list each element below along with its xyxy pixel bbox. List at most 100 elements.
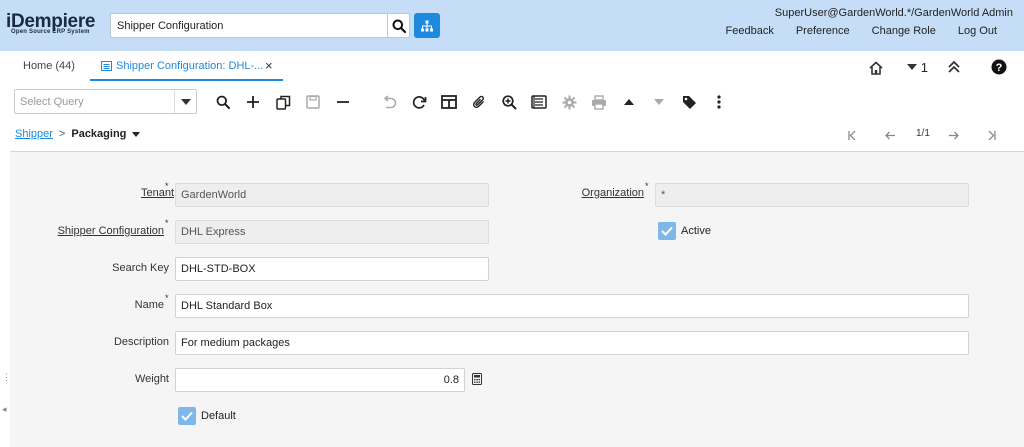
window-list-dropdown-icon[interactable] bbox=[907, 64, 917, 70]
shipper-configuration-label[interactable]: Shipper Configuration bbox=[58, 225, 164, 237]
organization-label[interactable]: Organization bbox=[582, 187, 644, 199]
global-search-box bbox=[110, 13, 410, 38]
home-icon[interactable] bbox=[868, 60, 884, 76]
undo-icon bbox=[383, 94, 396, 108]
window-toolbar: Select Query bbox=[10, 87, 1024, 117]
help-icon[interactable]: ? bbox=[991, 59, 1007, 75]
last-record-icon[interactable] bbox=[988, 131, 996, 140]
collapse-west-icon[interactable]: ◂ bbox=[2, 404, 7, 415]
global-search-button[interactable] bbox=[387, 14, 410, 37]
window-tab-bar: Home (44) Shipper Configuration: DHL-...… bbox=[10, 51, 1024, 85]
default-checkbox[interactable] bbox=[178, 407, 196, 425]
save-button[interactable] bbox=[304, 93, 322, 111]
select-query-dropdown[interactable]: Select Query bbox=[14, 89, 197, 114]
weight-label: Weight bbox=[134, 373, 169, 385]
print-icon bbox=[592, 94, 606, 110]
zoom-icon bbox=[501, 94, 517, 110]
change-role-link[interactable]: Change Role bbox=[872, 25, 936, 37]
report-button[interactable] bbox=[530, 93, 548, 111]
search-icon bbox=[216, 95, 230, 109]
active-checkbox[interactable] bbox=[658, 222, 676, 240]
breadcrumb-separator: > bbox=[58, 128, 66, 140]
chevron-down-icon[interactable] bbox=[132, 131, 141, 137]
idempiere-logo[interactable]: iDempiere Open Source ERP System bbox=[6, 12, 106, 38]
detail-record-button[interactable] bbox=[650, 93, 668, 111]
splitter-handle-icon[interactable]: ⋮ bbox=[2, 372, 11, 383]
more-icon bbox=[717, 95, 721, 109]
delete-icon bbox=[337, 101, 349, 103]
calculator-icon[interactable] bbox=[472, 373, 482, 385]
parent-record-icon bbox=[624, 99, 634, 105]
tab-label: Shipper Configuration: DHL-... bbox=[116, 60, 264, 72]
preference-link[interactable]: Preference bbox=[796, 25, 850, 37]
refresh-button[interactable] bbox=[410, 93, 428, 111]
delete-button[interactable] bbox=[334, 93, 352, 111]
toggle-grid-button[interactable] bbox=[440, 93, 458, 111]
refresh-icon bbox=[412, 95, 426, 109]
weight-field[interactable]: 0.8 bbox=[175, 368, 465, 392]
breadcrumb: Shipper > Packaging bbox=[15, 128, 141, 140]
description-field[interactable]: For medium packages bbox=[175, 331, 969, 355]
logout-link[interactable]: Log Out bbox=[958, 25, 997, 37]
more-options-button[interactable] bbox=[710, 93, 728, 111]
default-label: Default bbox=[201, 410, 236, 422]
user-role-info[interactable]: SuperUser@GardenWorld.*/GardenWorld Admi… bbox=[775, 7, 1013, 19]
zoom-across-button[interactable] bbox=[500, 93, 518, 111]
tenant-required-mark: * bbox=[165, 181, 169, 191]
attachment-button[interactable] bbox=[470, 93, 488, 111]
name-required-mark: * bbox=[165, 293, 169, 303]
shipper-configuration-field[interactable]: DHL Express bbox=[175, 220, 489, 244]
new-icon bbox=[247, 96, 259, 108]
packaging-form: Tenant * GardenWorld Organization * * Sh… bbox=[10, 152, 1024, 447]
svg-text:?: ? bbox=[996, 62, 1003, 74]
feedback-link[interactable]: Feedback bbox=[726, 25, 774, 37]
active-label: Active bbox=[681, 225, 711, 237]
tenant-label[interactable]: Tenant bbox=[141, 187, 174, 199]
print-button[interactable] bbox=[590, 93, 608, 111]
header-links: Feedback Preference Change Role Log Out bbox=[704, 25, 997, 37]
label-button[interactable] bbox=[680, 93, 698, 111]
name-label: Name bbox=[134, 299, 164, 311]
logo-subtitle: Open Source ERP System bbox=[11, 29, 90, 35]
select-query-arrow[interactable] bbox=[174, 90, 196, 113]
breadcrumb-parent-link[interactable]: Shipper bbox=[15, 128, 53, 140]
search-key-label: Search Key bbox=[112, 262, 169, 274]
record-position: 1/1 bbox=[916, 128, 930, 139]
global-search-input[interactable] bbox=[111, 14, 387, 37]
description-label: Description bbox=[113, 336, 169, 348]
collapse-header-icon[interactable] bbox=[947, 60, 961, 74]
tenant-field[interactable]: GardenWorld bbox=[175, 183, 489, 207]
chevron-down-icon bbox=[180, 98, 191, 105]
tab-shipper-configuration[interactable]: Shipper Configuration: DHL-... × bbox=[90, 51, 283, 81]
menu-tree-button[interactable] bbox=[414, 13, 440, 38]
breadcrumb-current[interactable]: Packaging bbox=[71, 128, 126, 140]
open-window-count: 1 bbox=[920, 60, 928, 75]
find-button[interactable] bbox=[214, 93, 232, 111]
detail-record-icon bbox=[654, 99, 664, 105]
record-navigator: 1/1 bbox=[840, 127, 1010, 143]
tab-home[interactable]: Home (44) bbox=[23, 51, 75, 81]
attachment-icon bbox=[472, 95, 484, 108]
undo-button[interactable] bbox=[380, 93, 398, 111]
save-icon bbox=[306, 95, 320, 109]
new-record-button[interactable] bbox=[244, 93, 262, 111]
app-header: iDempiere Open Source ERP System SuperUs… bbox=[0, 0, 1024, 51]
name-field[interactable]: DHL Standard Box bbox=[175, 294, 969, 318]
process-button[interactable] bbox=[560, 93, 578, 111]
organization-field[interactable]: * bbox=[655, 183, 969, 207]
window-icon bbox=[101, 61, 112, 71]
shipper-configuration-required-mark: * bbox=[165, 218, 169, 228]
tag-icon bbox=[682, 95, 696, 109]
next-record-icon[interactable] bbox=[949, 131, 959, 140]
search-key-field[interactable]: DHL-STD-BOX bbox=[175, 257, 489, 281]
tab-close-icon[interactable]: × bbox=[265, 51, 273, 81]
first-record-icon[interactable] bbox=[848, 131, 856, 140]
parent-record-button[interactable] bbox=[620, 93, 638, 111]
search-icon bbox=[392, 19, 406, 33]
copy-record-button[interactable] bbox=[274, 93, 292, 111]
organization-required-mark: * bbox=[645, 181, 649, 191]
grid-toggle-icon bbox=[441, 95, 457, 109]
checkmark-icon bbox=[181, 411, 193, 421]
select-query-placeholder: Select Query bbox=[20, 96, 84, 108]
previous-record-icon[interactable] bbox=[885, 131, 895, 140]
